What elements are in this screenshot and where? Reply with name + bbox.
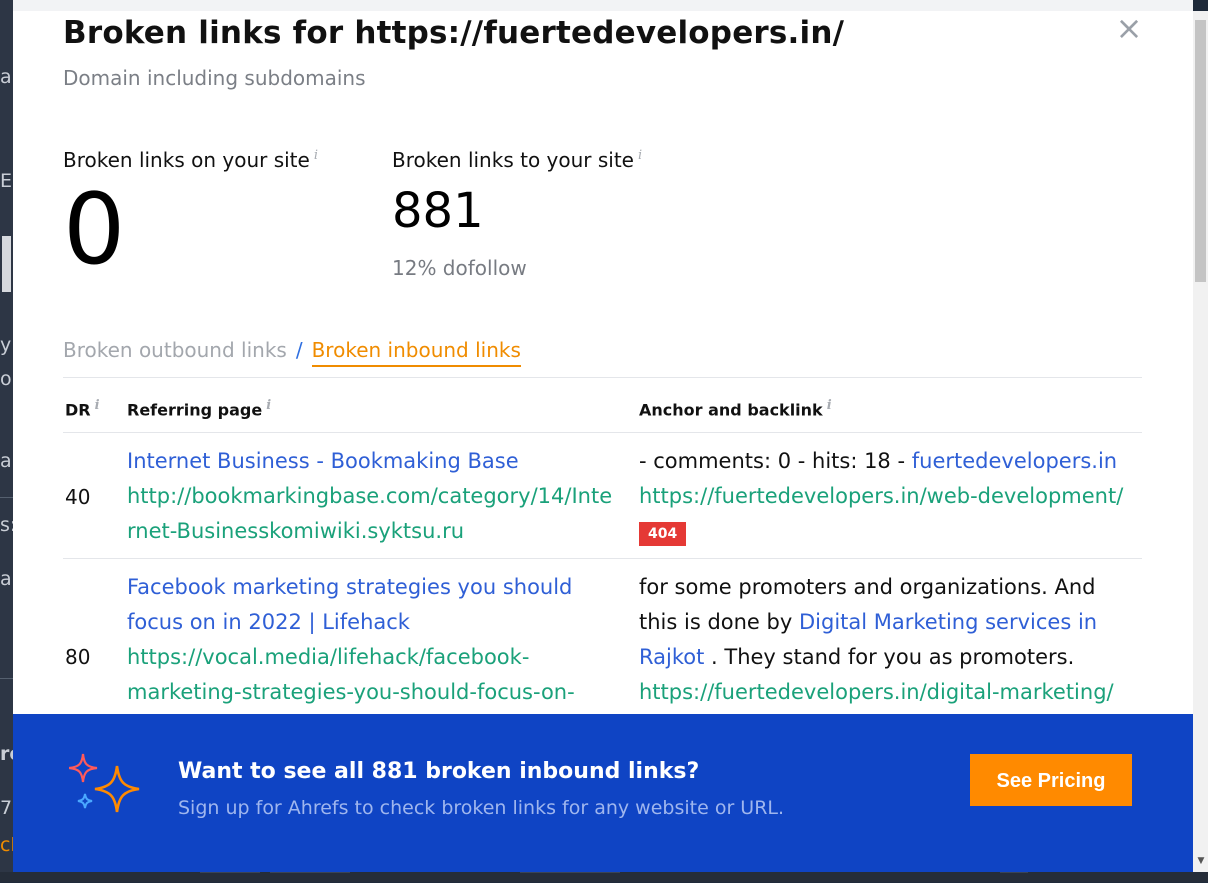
- anchor-line: - comments: 0 - hits: 18 - fuertedevelop…: [639, 444, 1149, 479]
- dr-value: 80: [65, 645, 91, 669]
- close-icon[interactable]: ×: [1114, 12, 1144, 44]
- backlink-url-link[interactable]: https://fuertedevelopers.in/web-developm…: [639, 479, 1149, 514]
- background-text: EC: [0, 170, 13, 192]
- modal-subtitle: Domain including subdomains: [63, 66, 366, 90]
- column-header-anchor-backlink[interactable]: Anchor and backlink i: [639, 398, 832, 419]
- referring-page-title-link[interactable]: Internet Business - Bookmaking Base: [127, 444, 627, 479]
- status-404-badge: 404: [639, 522, 687, 546]
- anchor-line: this is done by Digital Marketing servic…: [639, 605, 1149, 640]
- taskbar-segment: [270, 872, 350, 883]
- stat-on-site-label-text: Broken links on your site: [63, 148, 310, 172]
- referring-page-url-link[interactable]: rnet-Businesskomiwiki.syktsu.ru: [127, 514, 627, 549]
- info-icon[interactable]: i: [95, 398, 100, 413]
- dr-value: 40: [65, 485, 91, 509]
- background-text: 7 I: [0, 797, 13, 819]
- column-header-referring-page[interactable]: Referring page i: [127, 398, 271, 419]
- table-header-divider: [63, 432, 1142, 433]
- dofollow-note: 12% dofollow: [392, 256, 527, 280]
- background-text: ab: [0, 66, 13, 88]
- anchor-text: this is done by: [639, 610, 793, 634]
- scrollbar-thumb[interactable]: [1195, 20, 1206, 282]
- background-text: s:: [0, 514, 13, 536]
- tab-separator: /: [295, 338, 303, 362]
- background-divider: [0, 678, 13, 679]
- stat-to-site-label: Broken links to your site i: [392, 148, 642, 172]
- referring-page-cell: Internet Business - Bookmaking Base http…: [127, 444, 627, 549]
- stat-to-site-label-text: Broken links to your site: [392, 148, 634, 172]
- anchor-text: - comments: 0 - hits: 18 -: [639, 449, 906, 473]
- stat-to-site-value: 881: [392, 183, 484, 239]
- anchor-link[interactable]: fuertedevelopers.in: [912, 449, 1117, 473]
- table-top-divider: [63, 377, 1142, 378]
- background-text: ar: [0, 568, 13, 590]
- referring-page-title-link[interactable]: Facebook marketing strategies you should: [127, 570, 627, 605]
- stat-on-site-label: Broken links on your site i: [63, 148, 318, 172]
- info-icon[interactable]: i: [638, 148, 642, 163]
- anchor-backlink-cell: - comments: 0 - hits: 18 - fuertedevelop…: [639, 444, 1149, 549]
- taskbar-segment: [1000, 872, 1028, 883]
- tab-broken-outbound[interactable]: Broken outbound links: [63, 338, 287, 362]
- anchor-backlink-cell: for some promoters and organizations. An…: [639, 570, 1149, 710]
- link-type-tabs: Broken outbound links / Broken inbound lin…: [63, 338, 521, 367]
- anchor-line: Rajkot . They stand for you as promoters…: [639, 640, 1149, 675]
- taskbar-strip: [0, 872, 1208, 882]
- referring-page-title-link[interactable]: focus on in 2022 | Lifehack: [127, 605, 627, 640]
- background-text: y: [0, 334, 12, 356]
- background-text: ak: [0, 450, 13, 472]
- taskbar-segment: [200, 872, 260, 883]
- backlink-url-link[interactable]: https://fuertedevelopers.in/digital-mark…: [639, 675, 1149, 710]
- column-header-anchor-text: Anchor and backlink: [639, 400, 823, 420]
- anchor-link[interactable]: Rajkot: [639, 645, 704, 669]
- upgrade-banner: Want to see all 881 broken inbound links…: [13, 714, 1193, 872]
- column-header-dr-text: DR: [65, 400, 91, 420]
- sparkle-icon: [69, 753, 140, 813]
- referring-page-url-link[interactable]: https://vocal.media/lifehack/facebook-: [127, 640, 627, 675]
- background-text: or: [0, 368, 13, 390]
- background-block: [0, 236, 13, 292]
- column-header-dr[interactable]: DR i: [65, 398, 100, 419]
- banner-title: Want to see all 881 broken inbound links…: [178, 759, 700, 784]
- background-text: re: [0, 743, 13, 765]
- info-icon[interactable]: i: [314, 148, 318, 163]
- referring-page-url-link[interactable]: marketing-strategies-you-should-focus-on…: [127, 675, 627, 710]
- background-page: ab EC y or ak s: ar re 7 I cl: [0, 0, 13, 882]
- referring-page-cell: Facebook marketing strategies you should…: [127, 570, 627, 710]
- info-icon[interactable]: i: [266, 398, 271, 413]
- banner-subtitle: Sign up for Ahrefs to check broken links…: [178, 797, 785, 819]
- anchor-text: . They stand for you as promoters.: [711, 645, 1075, 669]
- stat-on-site-value: 0: [63, 173, 126, 287]
- modal-title: Broken links for https://fuertedeveloper…: [63, 15, 845, 51]
- scroll-down-arrow-icon[interactable]: ▼: [1196, 855, 1206, 867]
- referring-page-url-link[interactable]: http://bookmarkingbase.com/category/14/I…: [127, 479, 627, 514]
- see-pricing-button[interactable]: See Pricing: [970, 754, 1132, 806]
- anchor-text: for some promoters and organizations. An…: [639, 575, 1096, 599]
- anchor-link[interactable]: Digital Marketing services in: [799, 610, 1097, 634]
- taskbar-segment: [520, 872, 620, 883]
- column-header-referring-text: Referring page: [127, 400, 263, 420]
- info-icon[interactable]: i: [827, 398, 832, 413]
- tab-broken-inbound[interactable]: Broken inbound links: [311, 338, 521, 367]
- background-text: cl: [0, 834, 13, 856]
- background-divider: [0, 497, 13, 498]
- row-divider: [63, 558, 1142, 559]
